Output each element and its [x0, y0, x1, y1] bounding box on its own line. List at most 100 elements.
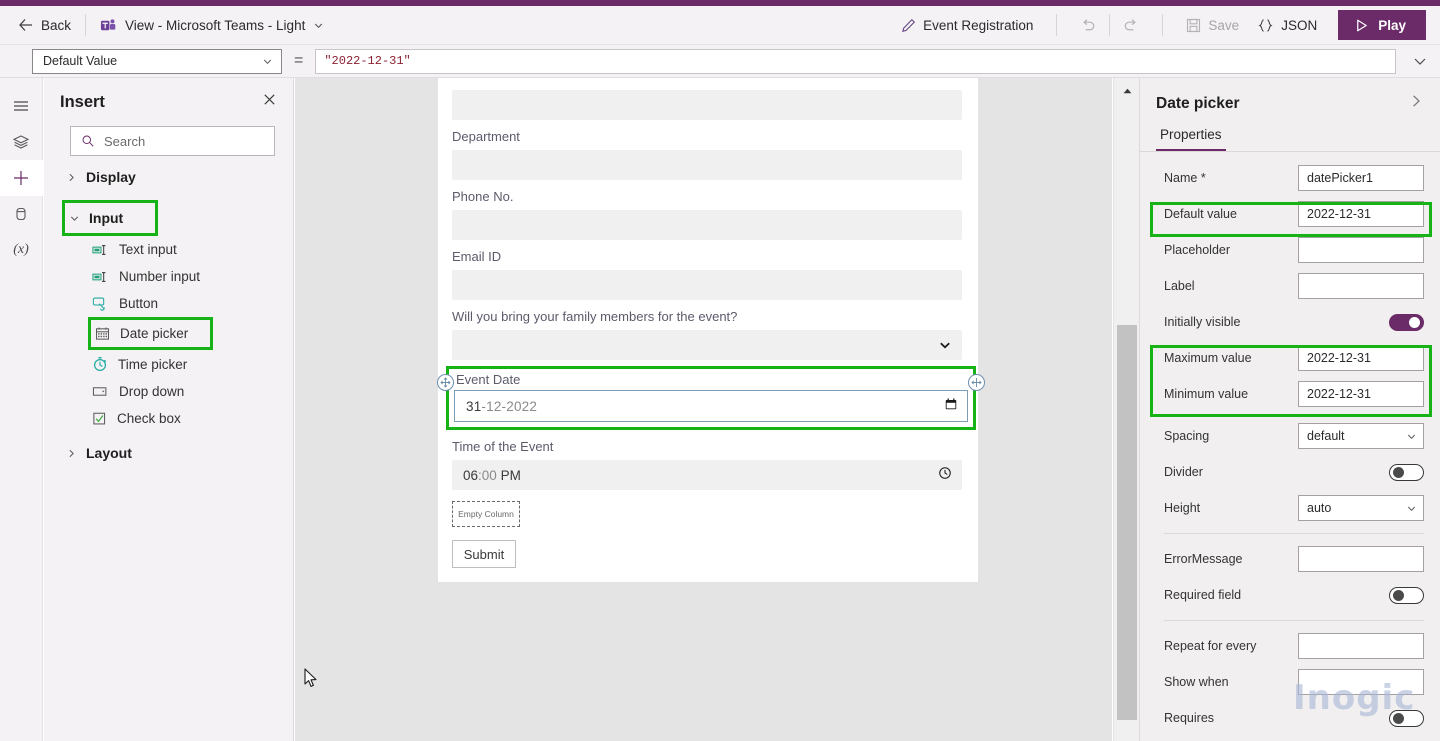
section-divider — [1164, 620, 1424, 621]
form-field-family-dropdown[interactable] — [452, 330, 962, 360]
requires-toggle[interactable] — [1389, 709, 1424, 727]
insert-item-check-box[interactable]: Check box — [44, 405, 293, 432]
maximum-value-field[interactable]: 2022-12-31 — [1298, 345, 1424, 371]
divider — [1109, 14, 1111, 36]
undo-icon — [1083, 18, 1095, 30]
insert-group-input[interactable]: Input — [62, 200, 158, 236]
empty-column-placeholder[interactable]: Empty Column — [452, 501, 520, 527]
insert-item-label: Check box — [117, 411, 181, 426]
property-label: Height — [1164, 501, 1201, 515]
hamburger-icon[interactable] — [0, 88, 43, 124]
insert-group-layout[interactable]: Layout — [44, 438, 293, 468]
insert-item-button[interactable]: Button — [44, 290, 293, 317]
height-select[interactable]: auto — [1298, 495, 1424, 521]
show-when-field[interactable] — [1298, 669, 1424, 695]
scrollbar-thumb[interactable] — [1117, 325, 1137, 720]
form-field-email-input[interactable] — [452, 270, 962, 300]
form-field-name-input[interactable] — [452, 90, 962, 120]
move-handle[interactable] — [437, 374, 454, 391]
insert-item-number-input[interactable]: Number input — [44, 263, 293, 290]
canvas-scrollbar[interactable] — [1113, 78, 1139, 741]
property-row-default-value: Default value 2022-12-31 — [1140, 196, 1440, 232]
label-field[interactable] — [1298, 273, 1424, 299]
property-row-placeholder: Placeholder — [1140, 232, 1440, 268]
equals-sign: = — [294, 52, 304, 69]
initially-visible-toggle[interactable] — [1389, 313, 1424, 331]
selected-component-wrapper: Event Date 31-12-2022 — [437, 366, 985, 430]
layers-icon[interactable] — [0, 124, 43, 160]
chevron-down-icon — [1414, 58, 1426, 65]
insert-item-label: Time picker — [118, 356, 188, 372]
data-icon[interactable] — [0, 196, 43, 232]
property-row-required-field: Required field — [1140, 577, 1440, 613]
property-label: Initially visible — [1164, 315, 1241, 329]
rename-button[interactable]: Event Registration — [892, 6, 1042, 44]
submit-button[interactable]: Submit — [452, 540, 516, 568]
default-value-field[interactable]: 2022-12-31 — [1298, 201, 1424, 227]
insert-group-display-label: Display — [86, 169, 136, 185]
undo-button[interactable] — [1071, 6, 1106, 44]
dropdown-icon — [92, 387, 107, 396]
property-row-show-when: Show when — [1140, 664, 1440, 700]
insert-item-time-picker[interactable]: Time picker — [44, 350, 293, 378]
form-field-department-input[interactable] — [452, 150, 962, 180]
section-divider — [1164, 533, 1424, 534]
text-input-icon — [92, 244, 106, 255]
variables-icon[interactable]: (x) — [0, 232, 43, 268]
document-title[interactable]: View - Microsoft Teams - Light — [100, 17, 324, 34]
property-label: Required field — [1164, 588, 1242, 602]
insert-item-label: Date picker — [120, 326, 189, 341]
resize-handle[interactable] — [968, 374, 985, 391]
calendar-icon — [95, 327, 110, 340]
play-button[interactable]: Play — [1338, 10, 1426, 40]
property-label: Default value — [1164, 207, 1237, 221]
form-label-phone: Phone No. — [452, 189, 514, 204]
calendar-icon[interactable] — [944, 397, 958, 416]
divider — [1056, 14, 1058, 36]
tab-properties[interactable]: Properties — [1156, 127, 1226, 151]
save-button[interactable]: Save — [1177, 6, 1248, 44]
property-row-initially-visible: Initially visible — [1140, 304, 1440, 340]
insert-item-label: Number input — [119, 269, 201, 284]
formula-bar: Default Value = "2022-12-31" — [0, 45, 1440, 78]
formula-input[interactable]: "2022-12-31" — [315, 48, 1396, 74]
scroll-up-button[interactable] — [1114, 82, 1140, 99]
rename-label: Event Registration — [923, 17, 1034, 33]
spacing-select[interactable]: default — [1298, 423, 1424, 449]
design-canvas[interactable]: Department Phone No. Email ID Will you b… — [295, 78, 1112, 741]
date-picker-input[interactable]: 31-12-2022 — [454, 390, 968, 422]
property-row-height: Height auto — [1140, 490, 1440, 526]
property-label: ErrorMessage — [1164, 552, 1243, 566]
collapse-panel-button[interactable] — [1408, 93, 1424, 114]
insert-item-date-picker[interactable]: Date picker — [88, 317, 213, 350]
property-label: Maximum value — [1164, 351, 1252, 365]
placeholder-field[interactable] — [1298, 237, 1424, 263]
minimum-value-field[interactable]: 2022-12-31 — [1298, 381, 1424, 407]
time-picker-input[interactable]: 06:00 PM — [452, 460, 962, 490]
properties-title: Date picker — [1156, 94, 1240, 112]
form-field-phone-input[interactable] — [452, 210, 962, 240]
clock-icon[interactable] — [938, 466, 952, 485]
error-message-field[interactable] — [1298, 546, 1424, 572]
insert-group-display[interactable]: Display — [44, 162, 293, 192]
add-icon[interactable] — [0, 160, 43, 196]
insert-item-text-input[interactable]: Text input — [44, 236, 293, 263]
chevron-right-icon — [69, 173, 74, 181]
property-select[interactable]: Default Value — [32, 48, 282, 74]
json-button[interactable]: JSON — [1248, 6, 1326, 44]
repeat-for-every-field[interactable] — [1298, 633, 1424, 659]
insert-panel: Insert Search Display Input Text input N… — [44, 78, 294, 741]
chevron-down-icon — [1407, 506, 1416, 511]
required-field-toggle[interactable] — [1389, 586, 1424, 604]
date-picker-component[interactable]: Event Date 31-12-2022 — [446, 366, 976, 430]
search-input[interactable]: Search — [70, 126, 275, 156]
property-label: Requires — [1164, 711, 1215, 725]
back-button[interactable]: Back — [18, 17, 71, 33]
name-field[interactable]: datePicker1 — [1298, 165, 1424, 191]
divider-toggle[interactable] — [1389, 463, 1424, 481]
insert-item-drop-down[interactable]: Drop down — [44, 378, 293, 405]
formula-expand-button[interactable] — [1400, 53, 1440, 69]
close-icon[interactable] — [262, 92, 277, 112]
redo-button[interactable] — [1113, 6, 1148, 44]
insert-item-label: Button — [119, 296, 159, 311]
